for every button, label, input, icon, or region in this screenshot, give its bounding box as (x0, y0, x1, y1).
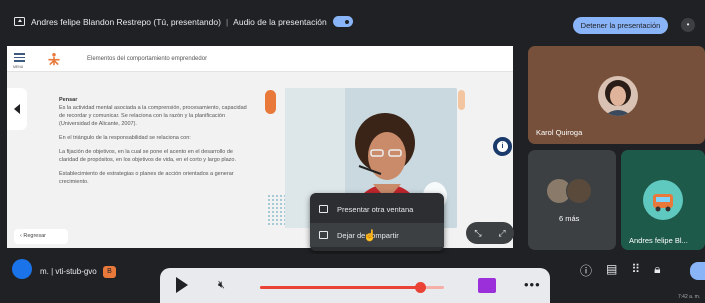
peach-accent-shape (458, 90, 465, 110)
activities-icon[interactable]: ⠿ (631, 262, 640, 279)
audio-label: Audio de la presentación (233, 16, 327, 27)
more-options-icon[interactable]: ••• (524, 277, 541, 292)
paragraph-heading: Pensar (59, 97, 78, 103)
presenting-info: Andres felipe Blandon Restrepo (Tú, pres… (14, 16, 353, 27)
slide-title: Elementos del comportamiento emprendedor (87, 56, 208, 62)
menu-icon[interactable] (14, 53, 25, 64)
meeting-code-label: m. | vti-stub-gvo B (40, 266, 116, 278)
code-badge: B (103, 266, 116, 278)
participant-tile-karol[interactable]: Karol Quiroga (528, 46, 705, 144)
paragraph-text: Es la actividad mental asociada a la com… (59, 105, 247, 127)
participant-tile-andres[interactable]: Andres felipe Bl... (621, 150, 705, 250)
info-icon[interactable]: i (493, 137, 512, 156)
share-options-menu: Presentar otra ventana Dejar de comparti… (310, 193, 444, 251)
orange-accent-shape (265, 90, 276, 114)
paragraph-text: Establecimiento de estrategias o planes … (59, 171, 234, 185)
paragraph: Establecimiento de estrategias o planes … (59, 170, 249, 186)
presenting-text: Andres felipe Blandon Restrepo (Tú, pres… (31, 16, 221, 27)
settings-gear-icon[interactable] (12, 259, 32, 279)
side-panel-tab[interactable] (690, 262, 705, 280)
participants-pip-icon[interactable]: • (681, 18, 695, 32)
paragraph: Pensar Es la actividad mental asociada a… (59, 96, 249, 128)
paragraph: En el triángulo de la responsabilidad se… (59, 134, 249, 142)
stop-presenting-button[interactable]: Detener la presentación (573, 17, 668, 34)
present-screen-icon (14, 17, 25, 26)
info-circle-icon[interactable]: ⓘ (580, 262, 592, 279)
media-player-bar: 🔇︎ ••• (160, 268, 550, 303)
slide-text: Pensar Es la actividad mental asociada a… (59, 96, 249, 192)
previous-slide-button[interactable] (7, 88, 27, 130)
presenting-bar: Andres felipe Blandon Restrepo (Tú, pres… (0, 0, 705, 46)
paragraph-text: La fijación de objetivos, en la cual se … (59, 149, 237, 163)
expand-icon[interactable]: ⤢ (498, 228, 505, 239)
paragraph: La fijación de objetivos, en la cual se … (59, 148, 249, 164)
progress-fill (260, 286, 421, 289)
avatar (598, 76, 638, 116)
mute-icon[interactable]: 🔇︎ (218, 279, 225, 292)
paragraph-text: En el triángulo de la responsabilidad se… (59, 135, 191, 141)
sena-logo-icon (48, 53, 60, 66)
more-participants-label: 6 más (559, 214, 580, 223)
right-controls: ⓘ ▤ ⠿ 🔒︎ (580, 262, 661, 279)
host-controls-icon[interactable]: 🔒︎ (654, 262, 660, 279)
separator: | (225, 16, 229, 27)
collapse-icon[interactable]: ⤡ (474, 228, 481, 239)
progress-track[interactable] (260, 282, 444, 293)
slide-header: MENU Elementos del comportamiento empren… (7, 46, 513, 72)
avatar (566, 178, 592, 204)
clapperboard-icon[interactable] (478, 278, 496, 293)
window-icon (319, 205, 328, 213)
system-clock: 7:42 a. m. (678, 294, 701, 300)
stop-share-icon (319, 231, 328, 239)
stop-sharing-item[interactable]: Dejar de compartir (310, 223, 444, 247)
avatar (643, 180, 683, 220)
participant-name: Andres felipe Bl... (629, 236, 688, 245)
play-icon[interactable] (176, 277, 188, 293)
audio-toggle[interactable] (332, 16, 353, 27)
participant-name: Karol Quiroga (536, 128, 583, 137)
participant-tile-more[interactable]: 6 más (528, 150, 616, 250)
menu-item-label: Presentar otra ventana (337, 204, 414, 214)
chat-icon[interactable]: ▤ (606, 262, 617, 279)
progress-thumb[interactable] (414, 282, 426, 293)
present-another-window-item[interactable]: Presentar otra ventana (310, 197, 444, 221)
back-button[interactable]: ‹ Regresar (14, 229, 68, 244)
meeting-code: m. | vti-stub-gvo (40, 267, 97, 277)
menu-label: MENU (13, 65, 24, 69)
presentation-mini-controls: ⤡ ⤢ (466, 222, 514, 244)
hand-cursor-icon: ☝ (363, 230, 377, 242)
